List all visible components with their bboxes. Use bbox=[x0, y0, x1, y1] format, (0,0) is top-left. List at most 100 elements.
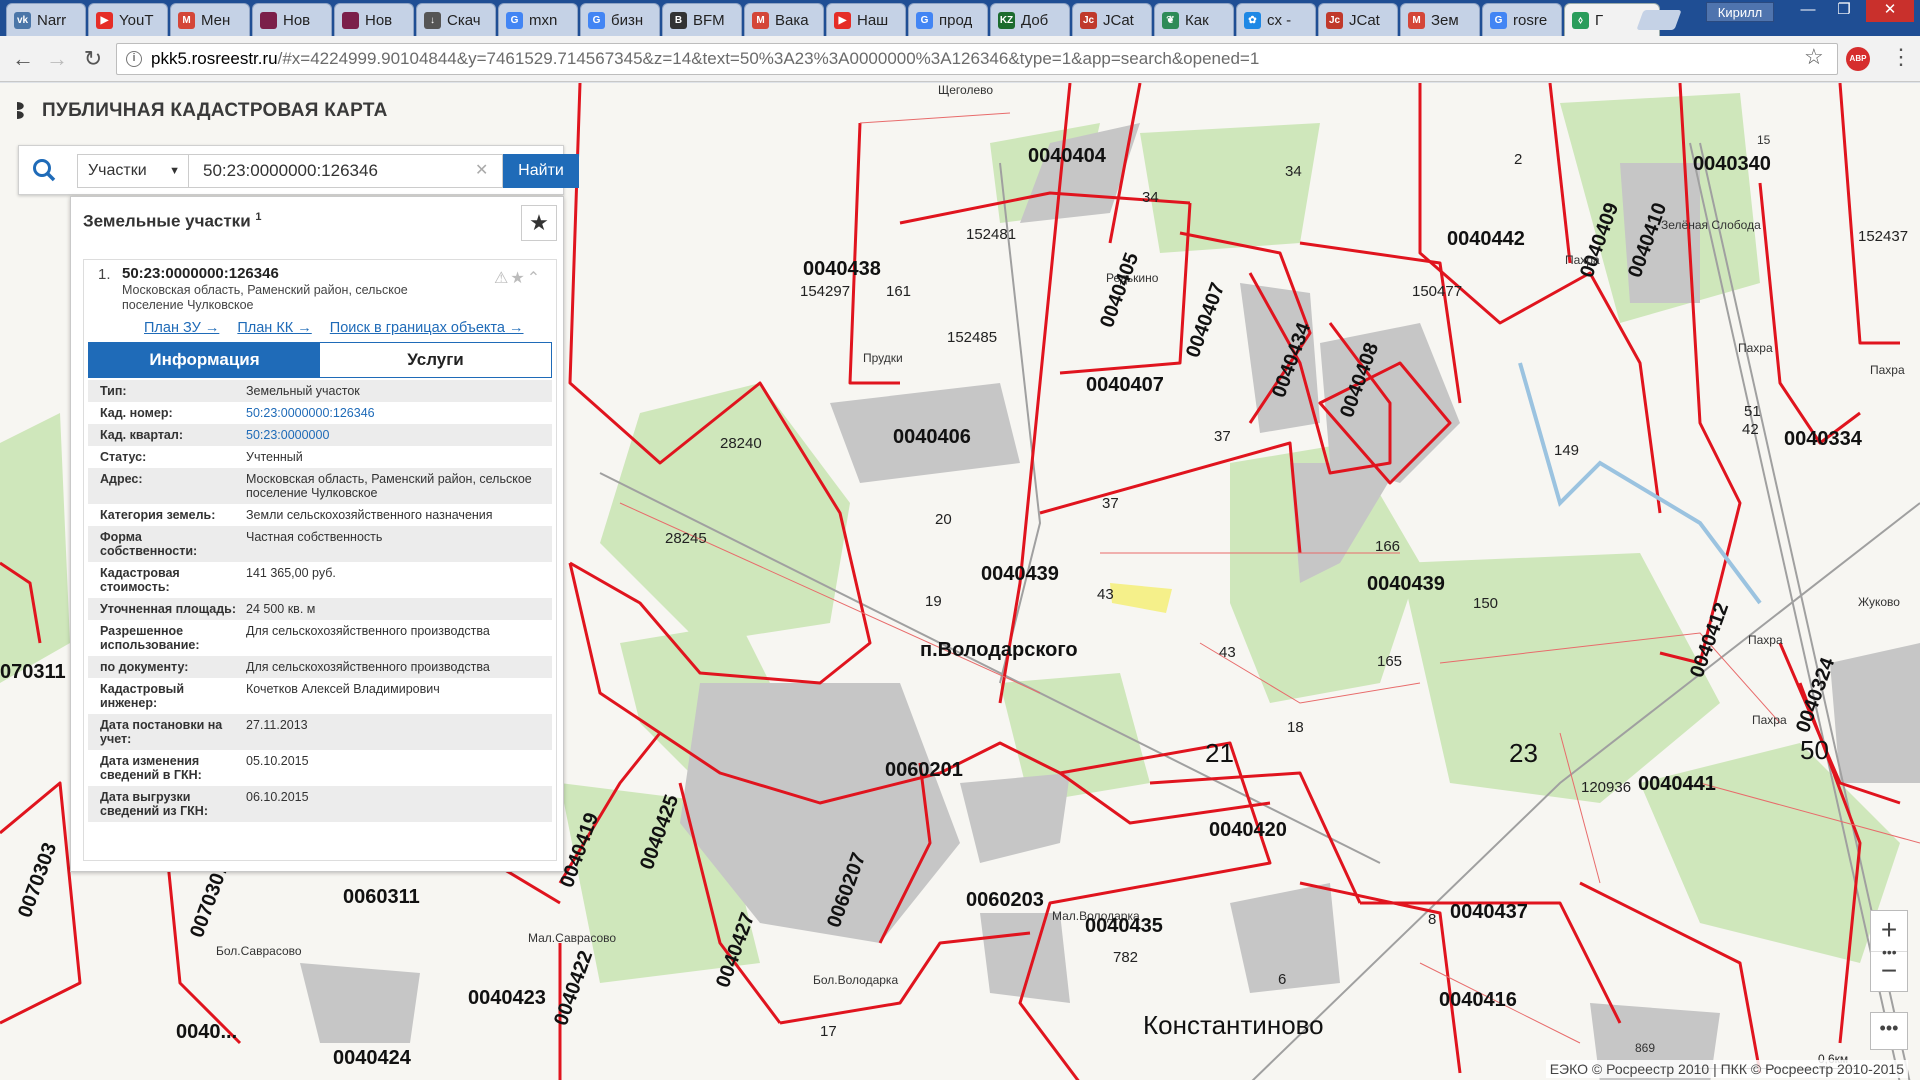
browser-tab[interactable]: M Зем bbox=[1400, 3, 1480, 36]
browser-tab[interactable]: vk Narr bbox=[6, 3, 86, 36]
link-plan-kk[interactable]: План КК → bbox=[237, 320, 311, 336]
map-label: 37 bbox=[1214, 428, 1231, 445]
window-close-icon[interactable]: ✕ bbox=[1866, 0, 1914, 22]
map-label: Бол.Володарка bbox=[813, 973, 899, 987]
browser-tab[interactable]: Jc JCat bbox=[1318, 3, 1398, 36]
attribute-row: Категория земель: Земли сельскохозяйствен… bbox=[88, 504, 552, 526]
attribute-key: Адрес: bbox=[100, 472, 143, 486]
result-address: Московская область, Раменский район, сел… bbox=[122, 283, 408, 312]
map-label: 150477 bbox=[1412, 283, 1463, 300]
back-arrow-icon[interactable]: ← bbox=[8, 44, 38, 74]
browser-tab[interactable]: Gбизн bbox=[580, 3, 660, 36]
browser-tab[interactable]: Jc JCat bbox=[1072, 3, 1152, 36]
map-label: 150 bbox=[1473, 595, 1499, 612]
tab-services[interactable]: Услуги bbox=[320, 343, 551, 377]
attribute-row: Разрешенное использование: Для сельскохоз… bbox=[88, 620, 552, 656]
attribute-value[interactable]: 50:23:0000000 bbox=[242, 428, 542, 442]
more-tools-button[interactable]: ••• bbox=[1870, 1012, 1908, 1050]
map-label: 0040439 bbox=[981, 563, 1059, 585]
clear-search-icon[interactable]: ✕ bbox=[475, 160, 488, 180]
search-bar: Участки ▼ 50:23:0000000:126346 ✕ Найти bbox=[18, 145, 579, 195]
result-kad-number[interactable]: 50:23:0000000:126346 bbox=[122, 265, 279, 282]
attribute-value: Земельный участок bbox=[246, 384, 360, 398]
attribute-key: по документу: bbox=[100, 660, 189, 674]
map-label: 51 bbox=[1744, 403, 1761, 420]
link-plan-zu[interactable]: План ЗУ → bbox=[144, 320, 219, 336]
map-label: 0040423 bbox=[468, 987, 546, 1009]
favorite-star-icon[interactable]: ★ bbox=[521, 205, 557, 241]
browser-tab[interactable]: Gпрод bbox=[908, 3, 988, 36]
map-label: 070311 bbox=[0, 661, 66, 683]
url-input[interactable]: i pkk5.rosreestr.ru/#x=4224999.90104844&… bbox=[116, 43, 1838, 75]
browser-tab[interactable]: ✿ сх - bbox=[1236, 3, 1316, 36]
minimize-icon[interactable]: — bbox=[1790, 0, 1826, 22]
tab-information[interactable]: Информация bbox=[89, 343, 320, 377]
warning-icon[interactable]: ⚠ bbox=[494, 270, 510, 287]
browser-tab[interactable]: M Вака bbox=[744, 3, 824, 36]
map-label: 28245 bbox=[665, 530, 707, 547]
google-icon: G bbox=[588, 11, 605, 29]
browser-tab[interactable]: M Мен bbox=[170, 3, 250, 36]
browser-tab[interactable]: Grosre bbox=[1482, 3, 1562, 36]
search-type-select[interactable]: Участки ▼ bbox=[77, 154, 189, 188]
tab-label: Нов bbox=[283, 11, 311, 29]
map-label: 0040437 bbox=[1450, 901, 1528, 923]
info-tabs: Информация Услуги bbox=[88, 342, 552, 378]
browser-tab[interactable]: ▶ YouT bbox=[88, 3, 168, 36]
link-search-in-bounds[interactable]: Поиск в границах объекта → bbox=[330, 320, 524, 336]
map-label: 37 bbox=[1102, 495, 1119, 512]
zoom-handle-icon[interactable]: ••• bbox=[1882, 944, 1897, 960]
attribute-value: 06.10.2015 bbox=[246, 790, 309, 804]
search-input[interactable]: 50:23:0000000:126346 bbox=[189, 154, 503, 188]
map-label: Мал.Саврасово bbox=[528, 931, 617, 945]
map-label: Щеголево bbox=[938, 83, 994, 97]
attribute-value: Для сельскохозяйственного производства bbox=[246, 624, 490, 638]
youtube-icon: ▶ bbox=[96, 11, 113, 29]
adblock-icon[interactable]: ABP bbox=[1846, 47, 1870, 71]
boundary bbox=[848, 122, 900, 385]
profile-badge[interactable]: Кирилл bbox=[1706, 2, 1774, 22]
map-label: 19 bbox=[925, 593, 942, 610]
browser-tab[interactable]: ↓ Скач bbox=[416, 3, 496, 36]
bookmark-star-icon[interactable]: ☆ bbox=[1804, 44, 1824, 70]
urban-area bbox=[960, 773, 1070, 863]
forward-arrow-icon[interactable]: → bbox=[42, 44, 72, 74]
browser-tab[interactable]: Нов bbox=[252, 3, 332, 36]
urban-area bbox=[300, 963, 420, 1043]
maximize-icon[interactable]: ❐ bbox=[1826, 0, 1862, 22]
attribute-row: Тип: Земельный участок bbox=[88, 380, 552, 402]
new-tab-button[interactable] bbox=[1636, 10, 1682, 30]
jc-icon: Jc bbox=[1326, 11, 1343, 29]
tab-label: BFM bbox=[693, 11, 725, 29]
browser-tab[interactable]: ▶ Наш bbox=[826, 3, 906, 36]
reload-icon[interactable]: ↻ bbox=[78, 44, 108, 74]
browser-menu-icon[interactable]: ⋮ bbox=[1890, 44, 1912, 70]
address-bar: ← → ↻ i pkk5.rosreestr.ru/#x=4224999.901… bbox=[0, 36, 1920, 82]
vk-icon: vk bbox=[14, 11, 31, 29]
collapse-icon[interactable]: ⌃ bbox=[527, 270, 542, 287]
find-button[interactable]: Найти bbox=[503, 154, 579, 188]
browser-tab[interactable]: B BFM bbox=[662, 3, 742, 36]
attribute-key: Кадастровая стоимость: bbox=[100, 566, 180, 594]
attribute-row: по документу: Для сельскохозяйственного п… bbox=[88, 656, 552, 678]
rosreestr-logo-icon bbox=[17, 102, 24, 119]
attribute-value[interactable]: 50:23:0000000:126346 bbox=[242, 406, 542, 420]
results-heading-text: Земельные участки bbox=[83, 211, 251, 231]
attribute-value: Московская область, Раменский район, сел… bbox=[246, 472, 532, 500]
browser-tab[interactable]: KZ Доб bbox=[990, 3, 1070, 36]
google-icon: G bbox=[506, 11, 523, 29]
info-icon[interactable]: i bbox=[126, 51, 142, 67]
tab-label: Как bbox=[1185, 11, 1209, 29]
browser-tab[interactable]: Нов bbox=[334, 3, 414, 36]
map-label: 869 bbox=[1635, 1041, 1656, 1055]
star-icon[interactable]: ★ bbox=[510, 270, 526, 287]
rosreestr-icon: ⬨ bbox=[1572, 11, 1589, 29]
search-icon[interactable] bbox=[31, 157, 57, 183]
map-label: 18 bbox=[1287, 719, 1304, 736]
browser-tab[interactable]: ❦ Как bbox=[1154, 3, 1234, 36]
map-label: 0040435 bbox=[1085, 915, 1163, 937]
browser-tab[interactable]: Gmxn bbox=[498, 3, 578, 36]
map-label: 0040340 bbox=[1693, 153, 1771, 175]
tab-label: Г bbox=[1595, 11, 1604, 29]
kz-icon: KZ bbox=[998, 11, 1015, 29]
